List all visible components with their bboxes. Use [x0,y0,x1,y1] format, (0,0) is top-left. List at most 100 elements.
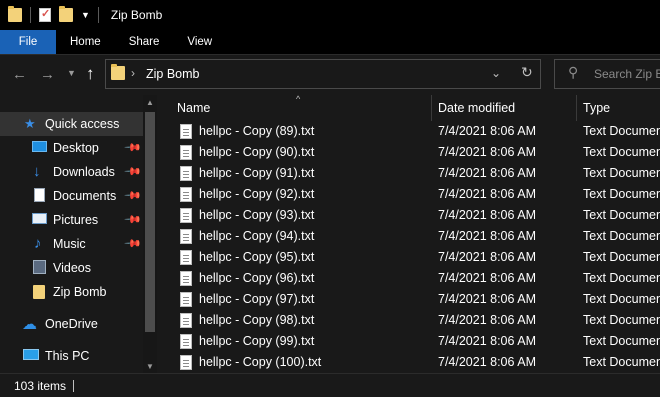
table-row[interactable]: hellpc - Copy (89).txt 7/4/2021 8:06 AM Te… [158,121,660,142]
ribbon-tabs: File Home Share View [0,30,660,54]
address-dropdown-chevron-icon[interactable]: ⌄ [491,66,501,80]
column-header-type[interactable]: Type [583,95,610,121]
sidebar-item-onedrive[interactable]: ☁ OneDrive [0,312,143,336]
qat-separator [30,7,31,23]
file-type: Text Document [583,229,660,243]
sidebar-item-documents[interactable]: Documents 📌 [0,184,143,208]
title-separator [97,7,99,23]
breadcrumb[interactable]: Zip Bomb [146,67,200,81]
nav-scrollbar-thumb[interactable] [145,112,155,332]
sidebar-item-zip-bomb[interactable]: Zip Bomb [0,280,143,304]
item-count: 103 items [14,379,67,393]
breadcrumb-chevron-icon[interactable]: › [131,66,135,80]
file-type: Text Document [583,145,660,159]
table-row[interactable]: hellpc - Copy (90).txt 7/4/2021 8:06 AM Te… [158,142,660,163]
tab-view[interactable]: View [173,30,226,54]
pin-icon[interactable]: 📌 [123,138,142,157]
title-bar: ▼ Zip Bomb [0,0,660,30]
table-row[interactable]: hellpc - Copy (91).txt 7/4/2021 8:06 AM Te… [158,163,660,184]
sidebar-item-music[interactable]: ♪ Music 📌 [0,232,143,256]
sidebar-item-label: OneDrive [45,317,98,331]
file-date-modified: 7/4/2021 8:06 AM [438,292,536,306]
file-type: Text Document [583,313,660,327]
sidebar-item-videos[interactable]: Videos [0,256,143,280]
refresh-icon[interactable]: ↻ [521,64,533,81]
file-name: hellpc - Copy (93).txt [199,208,315,222]
text-file-icon [180,334,192,349]
pin-icon[interactable]: 📌 [123,210,142,229]
table-row[interactable]: hellpc - Copy (99).txt 7/4/2021 8:06 AM Te… [158,331,660,352]
file-name: hellpc - Copy (95).txt [199,250,315,264]
sidebar-item-label: This PC [45,349,90,363]
pin-icon[interactable]: 📌 [123,186,142,205]
table-row[interactable]: hellpc - Copy (96).txt 7/4/2021 8:06 AM Te… [158,268,660,289]
folder-icon [33,285,45,299]
properties-icon[interactable] [39,7,51,22]
file-date-modified: 7/4/2021 8:06 AM [438,187,536,201]
table-row[interactable]: hellpc - Copy (94).txt 7/4/2021 8:06 AM Te… [158,226,660,247]
file-type: Text Document [583,124,660,138]
table-row[interactable]: hellpc - Copy (100).txt 7/4/2021 8:06 AM T… [158,352,660,373]
music-icon: ♪ [34,235,42,252]
videos-icon [33,260,46,274]
sidebar-item-label: Music [53,237,86,251]
computer-icon [23,349,39,360]
file-name: hellpc - Copy (96).txt [199,271,315,285]
tab-home[interactable]: Home [56,30,115,54]
table-row[interactable]: hellpc - Copy (92).txt 7/4/2021 8:06 AM Te… [158,184,660,205]
sidebar-item-this-pc[interactable]: This PC [0,344,143,368]
sidebar-item-label: Zip Bomb [53,285,107,299]
table-row[interactable]: hellpc - Copy (98).txt 7/4/2021 8:06 AM Te… [158,310,660,331]
column-divider[interactable] [576,95,577,121]
text-file-icon [180,187,192,202]
file-type: Text Document [583,355,660,369]
text-file-icon [180,313,192,328]
status-separator [73,380,74,392]
text-file-icon [180,229,192,244]
new-folder-icon[interactable] [59,6,73,22]
scroll-up-icon[interactable]: ▲ [146,98,154,107]
sidebar-item-label: Quick access [45,117,120,131]
file-type: Text Document [583,166,660,180]
file-name: hellpc - Copy (100).txt [199,355,322,369]
sidebar-item-label: Desktop [53,141,99,155]
table-row[interactable]: hellpc - Copy (93).txt 7/4/2021 8:06 AM Te… [158,205,660,226]
pictures-icon [32,213,47,224]
text-file-icon [180,124,192,139]
file-name: hellpc - Copy (94).txt [199,229,315,243]
folder-icon[interactable] [8,6,22,22]
customize-qat-chevron-down-icon[interactable]: ▼ [81,10,90,20]
scroll-down-icon[interactable]: ▼ [146,362,154,371]
recent-locations-chevron-icon[interactable]: ▼ [67,68,76,78]
file-date-modified: 7/4/2021 8:06 AM [438,166,536,180]
text-file-icon [180,250,192,265]
file-type: Text Document [583,250,660,264]
text-file-icon [180,271,192,286]
back-arrow-icon[interactable]: ← [12,66,27,83]
tab-file[interactable]: File [0,30,56,54]
column-header-date[interactable]: Date modified [438,95,515,121]
text-file-icon [180,292,192,307]
tab-share[interactable]: Share [115,30,174,54]
file-type: Text Document [583,334,660,348]
column-header-name[interactable]: Name [177,95,210,121]
forward-arrow-icon[interactable]: → [40,66,55,83]
up-arrow-icon[interactable]: ↑ [86,64,95,84]
sidebar-item-desktop[interactable]: Desktop 📌 [0,136,143,160]
text-file-icon [180,355,192,370]
sidebar-item-quick-access[interactable]: ★ Quick access [0,112,143,136]
folder-icon [111,64,125,80]
table-row[interactable]: hellpc - Copy (95).txt 7/4/2021 8:06 AM Te… [158,247,660,268]
file-type: Text Document [583,271,660,285]
table-row[interactable]: hellpc - Copy (97).txt 7/4/2021 8:06 AM Te… [158,289,660,310]
pin-icon[interactable]: 📌 [123,162,142,181]
sidebar-item-pictures[interactable]: Pictures 📌 [0,208,143,232]
file-date-modified: 7/4/2021 8:06 AM [438,355,536,369]
cloud-icon: ☁ [22,316,37,333]
column-divider[interactable] [431,95,432,121]
pin-icon[interactable]: 📌 [123,234,142,253]
sidebar-item-downloads[interactable]: ↓ Downloads 📌 [0,160,143,184]
file-name: hellpc - Copy (99).txt [199,334,315,348]
documents-icon [34,188,45,202]
file-date-modified: 7/4/2021 8:06 AM [438,334,536,348]
